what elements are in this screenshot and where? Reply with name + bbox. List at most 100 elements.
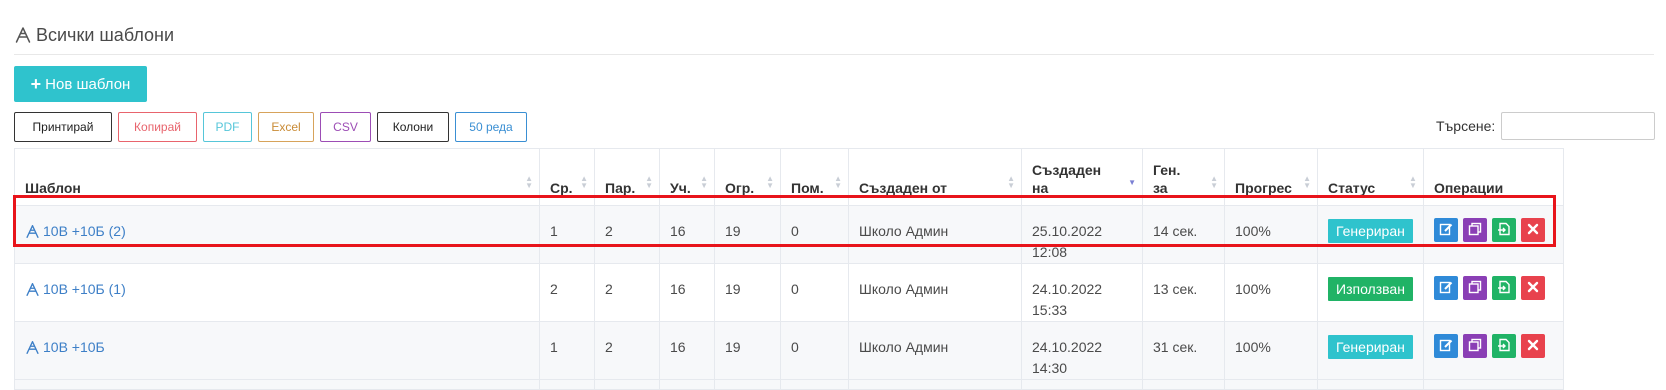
partial-cell	[1422, 379, 1564, 390]
new-template-label: Нов шаблон	[45, 75, 131, 93]
cell-par: 2	[594, 263, 660, 322]
cell-created-on: 25.10.2022 12:08	[1021, 205, 1143, 264]
delete-button[interactable]	[1520, 218, 1545, 242]
excel-button[interactable]: Excel	[258, 112, 314, 142]
sort-icon: ▲ ▼	[645, 174, 653, 190]
table-row[interactable]: 10В +10Б (2) 1 2 16 19 0 Школо Админ 25.10.2022…	[14, 205, 1564, 264]
status-badge: Генериран	[1328, 335, 1413, 359]
cell-gen-for-value: 14 сек.	[1153, 223, 1198, 239]
partial-cell	[714, 379, 781, 390]
cell-operations	[1422, 321, 1564, 380]
cell-ogr: 19	[714, 321, 781, 380]
cell-sr: 1	[539, 321, 595, 380]
partial-cell	[780, 379, 849, 390]
print-button[interactable]: Принтирай	[14, 112, 112, 142]
created-date: 24.10.2022	[1032, 339, 1103, 355]
cell-ogr: 19	[714, 263, 781, 322]
export-toolbar: Принтирай Копирай PDF Excel CSV Колони 5…	[14, 112, 527, 142]
table-header-row: Шаблон ▲ ▼ Ср. ▲ ▼ Пар. ▲ ▼ Уч. ▲ ▼ Огр. ▲ ▼ Пом. ▲…	[14, 148, 1564, 206]
cell-operations	[1422, 263, 1564, 322]
edit-button[interactable]	[1433, 276, 1458, 300]
templates-table: Шаблон ▲ ▼ Ср. ▲ ▼ Пар. ▲ ▼ Уч. ▲ ▼ Огр. ▲ ▼ Пом. ▲…	[14, 148, 1564, 390]
col-header-created-by[interactable]: Създаден от ▲ ▼	[848, 148, 1022, 206]
pdf-button[interactable]: PDF	[203, 112, 252, 142]
template-link[interactable]: 10В +10Б (1)	[25, 279, 126, 300]
col-header-ogr[interactable]: Огр. ▲ ▼	[714, 148, 781, 206]
columns-button[interactable]: Колони	[377, 112, 449, 142]
cell-gen-for: 13 сек.	[1142, 263, 1225, 322]
cell-ogr: 19	[714, 205, 781, 264]
cell-created-by: Школо Админ	[848, 205, 1022, 264]
created-time: 14:30	[1032, 360, 1068, 376]
col-header-template[interactable]: Шаблон ▲ ▼	[14, 148, 540, 206]
col-header-operations: Операции	[1422, 148, 1564, 206]
cell-pom: 0	[780, 263, 849, 322]
export-icon	[1497, 222, 1511, 239]
cell-template: 10В +10Б	[14, 321, 540, 380]
cell-uch-value: 16	[670, 223, 686, 239]
cell-created-on: 24.10.2022 14:30	[1021, 321, 1143, 380]
export-button[interactable]	[1491, 276, 1516, 300]
partial-cell	[539, 379, 595, 390]
cell-operations	[1422, 205, 1564, 264]
col-header-status[interactable]: Статус ▲ ▼	[1317, 148, 1424, 206]
cell-template: 10В +10Б (1)	[14, 263, 540, 322]
col-header-progress[interactable]: Прогрес ▲ ▼	[1224, 148, 1318, 206]
col-header-par[interactable]: Пар. ▲ ▼	[594, 148, 660, 206]
sort-icon: ▲ ▼	[700, 174, 708, 190]
partial-cell	[1317, 379, 1424, 390]
delete-button[interactable]	[1520, 334, 1545, 358]
cell-sr: 1	[539, 205, 595, 264]
duplicate-button[interactable]	[1462, 334, 1487, 358]
partial-cell	[1224, 379, 1318, 390]
search-input[interactable]	[1501, 112, 1656, 140]
edit-icon	[1439, 338, 1453, 355]
page-header: Всички шаблони	[14, 22, 1654, 55]
template-name: 10В +10Б (1)	[43, 281, 126, 297]
csv-button[interactable]: CSV	[320, 112, 371, 142]
cell-created-by-value: Школо Админ	[859, 339, 949, 355]
template-icon	[25, 282, 40, 297]
rows-per-page-button[interactable]: 50 реда	[455, 112, 527, 142]
export-button[interactable]	[1491, 218, 1516, 242]
table-row-partial	[14, 379, 1564, 390]
duplicate-icon	[1468, 280, 1482, 297]
table-row[interactable]: 10В +10Б 1 2 16 19 0 Школо Админ 24.10.2022 14:3…	[14, 321, 1564, 380]
table-body: 10В +10Б (2) 1 2 16 19 0 Школо Админ 25.10.2022…	[14, 205, 1564, 390]
cell-uch: 16	[659, 263, 715, 322]
cell-created-on: 24.10.2022 15:33	[1021, 263, 1143, 322]
status-badge: Използван	[1328, 277, 1413, 301]
cell-pom-value: 0	[791, 281, 799, 297]
new-template-button[interactable]: + Нов шаблон	[14, 66, 147, 102]
col-header-uch[interactable]: Уч. ▲ ▼	[659, 148, 715, 206]
duplicate-icon	[1468, 338, 1482, 355]
template-link[interactable]: 10В +10Б (2)	[25, 221, 126, 242]
partial-cell	[14, 379, 540, 390]
duplicate-button[interactable]	[1462, 218, 1487, 242]
col-header-created-on[interactable]: Създаден на ▼	[1021, 148, 1143, 206]
row-operations	[1433, 334, 1553, 358]
duplicate-button[interactable]	[1462, 276, 1487, 300]
cell-gen-for-value: 31 сек.	[1153, 339, 1198, 355]
delete-icon	[1526, 338, 1540, 355]
edit-icon	[1439, 222, 1453, 239]
template-link[interactable]: 10В +10Б	[25, 337, 105, 358]
cell-progress-value: 100%	[1235, 223, 1271, 239]
delete-button[interactable]	[1520, 276, 1545, 300]
col-header-sr[interactable]: Ср. ▲ ▼	[539, 148, 595, 206]
col-header-gen-for[interactable]: Ген. за ▲ ▼	[1142, 148, 1225, 206]
cell-pom: 0	[780, 321, 849, 380]
partial-cell	[848, 379, 1022, 390]
table-row[interactable]: 10В +10Б (1) 2 2 16 19 0 Школо Админ 24.10.2022…	[14, 263, 1564, 322]
delete-icon	[1526, 222, 1540, 239]
cell-created-by: Школо Админ	[848, 321, 1022, 380]
edit-button[interactable]	[1433, 334, 1458, 358]
col-header-pom[interactable]: Пом. ▲ ▼	[780, 148, 849, 206]
export-button[interactable]	[1491, 334, 1516, 358]
cell-created-by-value: Школо Админ	[859, 223, 949, 239]
copy-button[interactable]: Копирай	[118, 112, 197, 142]
edit-button[interactable]	[1433, 218, 1458, 242]
sort-icon: ▲ ▼	[834, 174, 842, 190]
cell-sr-value: 1	[550, 339, 558, 355]
template-icon	[25, 224, 40, 239]
